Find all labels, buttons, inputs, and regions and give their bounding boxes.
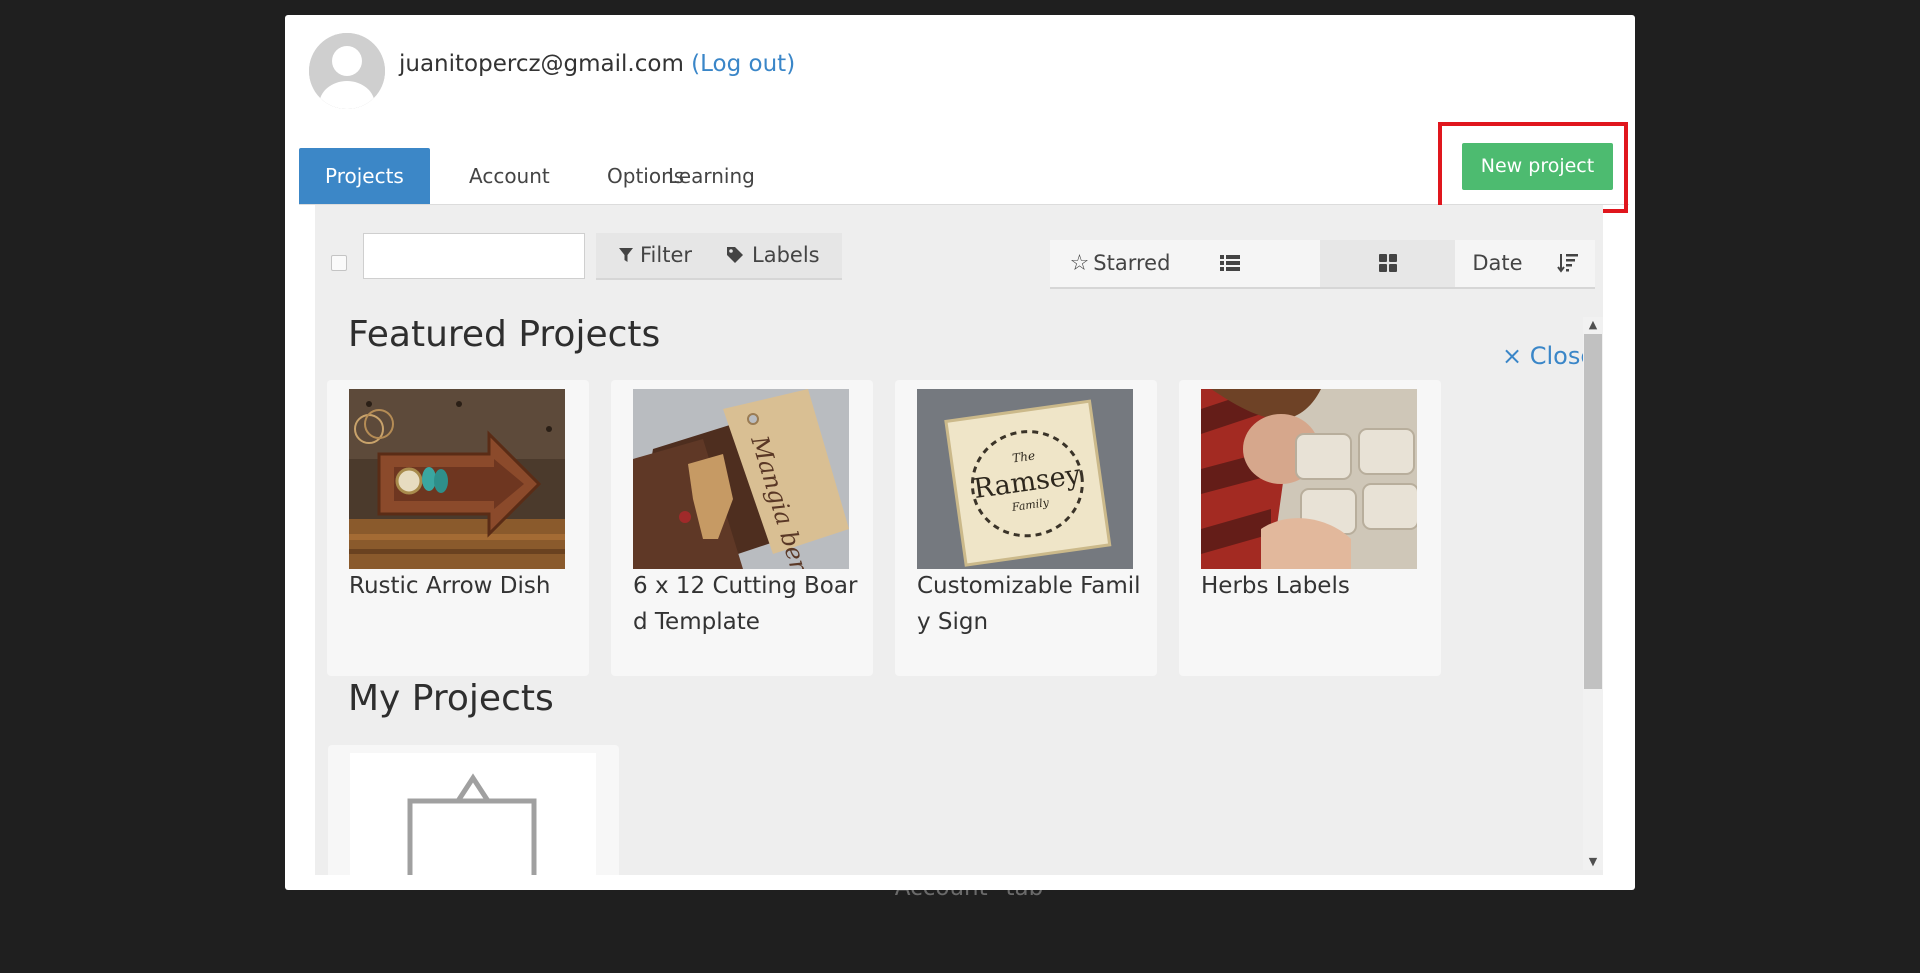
user-silhouette-icon (309, 33, 385, 109)
list-view-button[interactable] (1190, 240, 1270, 287)
tab-account[interactable]: Account (443, 148, 576, 204)
my-projects-heading: My Projects (348, 678, 554, 719)
featured-projects-heading: Featured Projects (348, 314, 661, 355)
user-info: juanitopercz@gmail.com (Log out) (399, 51, 795, 77)
project-title: Herbs Labels (1201, 573, 1350, 599)
filter-button[interactable]: Filter (596, 233, 715, 280)
sort-order-button[interactable] (1540, 240, 1595, 287)
list-view-icon (1220, 255, 1240, 271)
view-toolbar: ☆ Starred Date (1050, 240, 1595, 289)
featured-project-card[interactable]: Rustic Arrow Dish (327, 380, 589, 676)
user-email: juanitopercz@gmail.com (399, 51, 684, 77)
project-thumbnail: The Ramsey Family (917, 389, 1133, 569)
labels-button[interactable]: Labels (704, 233, 842, 280)
filter-icon (619, 248, 633, 262)
star-icon: ☆ (1069, 251, 1090, 276)
empty-project-icon (407, 773, 537, 875)
logout-link[interactable]: (Log out) (691, 51, 795, 77)
select-all-checkbox[interactable] (331, 255, 347, 271)
project-thumbnail: Mangia bene (633, 389, 849, 569)
tag-icon (727, 247, 743, 263)
project-title: Rustic Arrow Dish (349, 573, 551, 599)
project-title: 6 x 12 Cutting Board Template (633, 573, 858, 635)
tab-bar: Projects Account Options Learning (299, 132, 1629, 205)
avatar (309, 33, 385, 109)
featured-project-card[interactable]: Mangia bene 6 x 12 Cutting Board Templat… (611, 380, 873, 676)
featured-project-card[interactable]: The Ramsey Family Customizable Family Si… (895, 380, 1157, 676)
project-title: Customizable Family Sign (917, 573, 1141, 635)
tab-projects[interactable]: Projects (299, 148, 430, 204)
sort-field-select[interactable]: Date (1455, 240, 1540, 287)
search-input[interactable] (363, 233, 585, 279)
scrollbar[interactable]: ▲ ▼ (1583, 317, 1603, 870)
sort-descending-icon (1556, 254, 1578, 273)
my-project-card[interactable] (328, 745, 619, 875)
grid-view-button[interactable] (1320, 240, 1455, 287)
project-thumbnail (349, 389, 565, 569)
grid-view-icon (1378, 254, 1397, 272)
projects-panel: Filter Labels ☆ Starred Date Featured Pr… (315, 205, 1603, 875)
labels-label: Labels (752, 243, 820, 267)
scroll-up-icon[interactable]: ▲ (1583, 317, 1603, 333)
new-project-button[interactable]: New project (1462, 143, 1613, 190)
projects-dialog: juanitopercz@gmail.com (Log out) Project… (285, 15, 1635, 890)
starred-label: Starred (1093, 251, 1171, 275)
project-thumbnail (1201, 389, 1417, 569)
filter-label: Filter (640, 243, 693, 267)
featured-project-card[interactable]: Herbs Labels (1179, 380, 1441, 676)
starred-toggle[interactable]: ☆ Starred (1050, 240, 1190, 287)
scroll-down-icon[interactable]: ▼ (1583, 854, 1603, 870)
close-featured-link[interactable]: × Close (1502, 342, 1595, 370)
scroll-thumb[interactable] (1584, 334, 1602, 689)
project-thumbnail (350, 753, 596, 875)
tab-learning[interactable]: Learning (642, 148, 781, 204)
